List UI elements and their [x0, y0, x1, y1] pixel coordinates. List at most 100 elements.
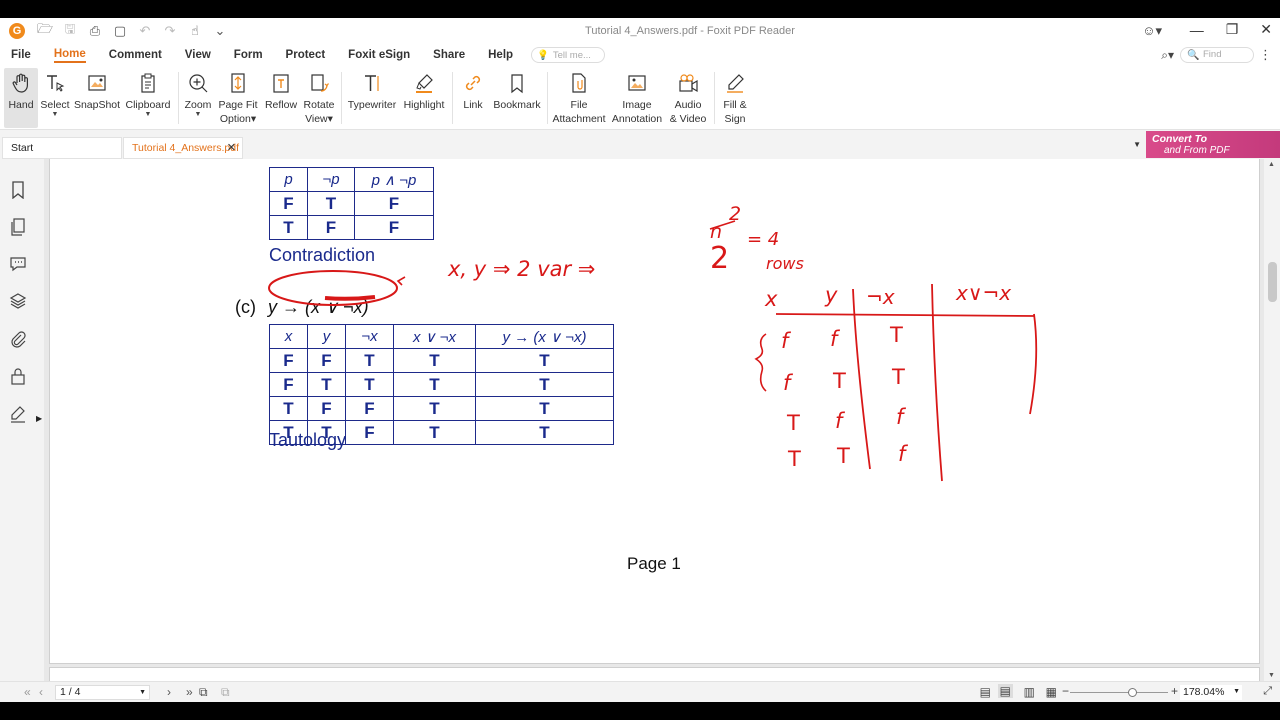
ribbon-separator	[452, 72, 453, 124]
tab-current-label: Tutorial 4_Answers.pdf	[132, 142, 239, 154]
facing-view-icon[interactable]: ▥	[1024, 685, 1035, 699]
print-icon[interactable]: ⎙	[87, 23, 103, 39]
foxit-logo-icon[interactable]: G	[9, 23, 25, 39]
copy-view-icon[interactable]: ⧉	[199, 685, 208, 700]
zoom-level-input[interactable]: 178.04% ▼	[1180, 685, 1242, 700]
tab-start[interactable]: Start	[2, 137, 122, 159]
zoom-in-icon[interactable]: +	[1171, 684, 1178, 698]
restore-icon[interactable]: ❐	[1226, 21, 1239, 38]
hand-icon	[9, 71, 33, 95]
security-lock-icon[interactable]	[9, 367, 27, 385]
ribbon-separator	[341, 72, 342, 124]
close-tab-icon[interactable]: ✕	[227, 138, 236, 159]
continuous-facing-view-icon[interactable]: ▦	[1046, 685, 1057, 699]
scroll-down-arrow-icon[interactable]: ▼	[1268, 672, 1275, 679]
zoom-button[interactable]: Zoom ▼	[183, 68, 213, 128]
signature-panel-icon[interactable]	[9, 405, 27, 423]
status-bar: « ‹ 1 / 4 ▼ › » ⧉ ⧉ ▤ ▤ ▥ ▦ − + 178.04% …	[0, 681, 1280, 702]
scroll-up-arrow-icon[interactable]: ▲	[1268, 161, 1275, 168]
customize-toolbar-icon[interactable]: ⌄	[212, 23, 228, 39]
clipboard-label: Clipboard	[125, 99, 171, 111]
zoom-slider-knob[interactable]	[1128, 688, 1137, 697]
menu-file[interactable]: File	[11, 49, 31, 61]
scrollbar-thumb[interactable]	[1268, 262, 1277, 302]
previous-page-icon[interactable]: ‹	[39, 685, 43, 699]
next-pdf-page	[49, 667, 1260, 681]
typewriter-button[interactable]: Typewriter	[346, 68, 398, 128]
vertical-scrollbar[interactable]: ▲ ▼	[1264, 159, 1280, 681]
clipboard-icon	[136, 71, 160, 95]
quick-access-toolbar: 🗁 🖫 ⎙ ▢ ↶ ↷ ☝ ⌄	[37, 20, 228, 42]
menu-view[interactable]: View	[185, 49, 211, 61]
menu-form[interactable]: Form	[234, 49, 263, 61]
fullscreen-icon[interactable]: ⤢	[1263, 685, 1272, 698]
hand-tool-quick-icon[interactable]: ☝	[187, 23, 203, 39]
bookmark-label: Bookmark	[493, 99, 541, 111]
image-annotation-label-1: Image	[622, 99, 652, 111]
zoom-out-icon[interactable]: −	[1062, 684, 1069, 698]
expand-panel-arrow-icon[interactable]: ▶	[36, 414, 42, 423]
reflow-icon	[269, 71, 293, 95]
first-page-icon[interactable]: «	[24, 685, 31, 699]
reflow-button[interactable]: Reflow	[263, 68, 299, 128]
clipboard-button[interactable]: Clipboard ▼	[124, 68, 172, 128]
page-number-input[interactable]: 1 / 4 ▼	[55, 685, 150, 700]
fill-sign-pen-icon	[723, 71, 747, 95]
fill-sign-button[interactable]: Fill & Sign	[718, 68, 752, 128]
left-navigation-panel: ▶	[0, 159, 42, 679]
user-account-icon[interactable]: ☺▾	[1142, 23, 1162, 39]
next-page-icon[interactable]: ›	[167, 685, 171, 699]
chevron-down-icon: ▼	[144, 111, 152, 118]
menu-foxit-esign[interactable]: Foxit eSign	[348, 49, 410, 61]
select-tool-button[interactable]: Select ▼	[40, 68, 70, 128]
comments-panel-icon[interactable]	[9, 255, 27, 273]
bookmark-button[interactable]: Bookmark	[492, 68, 542, 128]
menu-protect[interactable]: Protect	[286, 49, 326, 61]
minimize-icon[interactable]: —	[1190, 22, 1204, 38]
link-button[interactable]: Link	[458, 68, 488, 128]
menu-home[interactable]: Home	[53, 48, 86, 63]
attachments-panel-icon[interactable]	[9, 330, 27, 348]
fill-sign-label-2: Sign	[724, 113, 746, 125]
snapshot-label: SnapShot	[73, 99, 121, 111]
pages-panel-icon[interactable]	[9, 218, 27, 236]
snapshot-button[interactable]: SnapShot	[74, 68, 120, 128]
save-icon[interactable]: 🖫	[62, 20, 78, 42]
tab-tutorial-4-answers[interactable]: Tutorial 4_Answers.pdf ✕	[123, 137, 243, 159]
file-attachment-button[interactable]: File Attachment	[552, 68, 606, 128]
menu-bar: File Home Comment View Form Protect Foxi…	[0, 44, 1280, 66]
single-page-view-icon[interactable]: ▤	[980, 685, 991, 699]
hand-tool-button[interactable]: Hand	[4, 68, 38, 128]
convert-label-2: and From PDF	[1164, 145, 1230, 156]
search-icon: 🔍	[1187, 50, 1200, 61]
continuous-view-icon[interactable]: ▤	[997, 684, 1013, 698]
convert-pdf-banner[interactable]: Convert To and From PDF	[1146, 131, 1280, 158]
image-annotation-button[interactable]: Image Annotation	[610, 68, 664, 128]
zoom-slider[interactable]	[1070, 688, 1168, 697]
zoom-level: 178.04%	[1183, 686, 1225, 698]
open-folder-icon[interactable]: 🗁	[37, 20, 53, 42]
more-options-icon[interactable]: ⋮	[1259, 47, 1272, 63]
audio-video-button[interactable]: Audio & Video	[666, 68, 710, 128]
rotate-view-button[interactable]: Rotate View▾	[301, 68, 337, 128]
paste-view-icon[interactable]: ⧉	[221, 685, 230, 700]
menu-share[interactable]: Share	[433, 49, 465, 61]
title-bar: G 🗁 🖫 ⎙ ▢ ↶ ↷ ☝ ⌄ Tutorial 4_Answers.pdf…	[0, 18, 1280, 44]
menu-help[interactable]: Help	[488, 49, 513, 61]
tell-me-box[interactable]: 💡 Tell me...	[531, 47, 606, 63]
rotate-label-2: View▾	[305, 113, 333, 125]
tab-list-dropdown-icon[interactable]: ▼	[1133, 140, 1141, 149]
find-input[interactable]: 🔍 Find	[1180, 47, 1254, 63]
menu-comment[interactable]: Comment	[109, 49, 162, 61]
redo-icon[interactable]: ↷	[162, 23, 178, 39]
close-icon[interactable]: ✕	[1260, 21, 1272, 38]
highlight-button[interactable]: Highlight	[400, 68, 448, 128]
undo-icon[interactable]: ↶	[137, 23, 153, 39]
page-fit-option-button[interactable]: Page Fit Option▾	[217, 68, 259, 128]
bookmarks-panel-icon[interactable]	[9, 181, 27, 199]
last-page-icon[interactable]: »	[186, 685, 193, 699]
new-document-icon[interactable]: ▢	[112, 23, 128, 39]
document-viewport[interactable]: p ¬p p ∧ ¬p F T F T F F Contradiction (c…	[44, 159, 1264, 681]
layers-panel-icon[interactable]	[9, 292, 27, 310]
advanced-search-icon[interactable]: ⌕▾	[1161, 48, 1174, 63]
